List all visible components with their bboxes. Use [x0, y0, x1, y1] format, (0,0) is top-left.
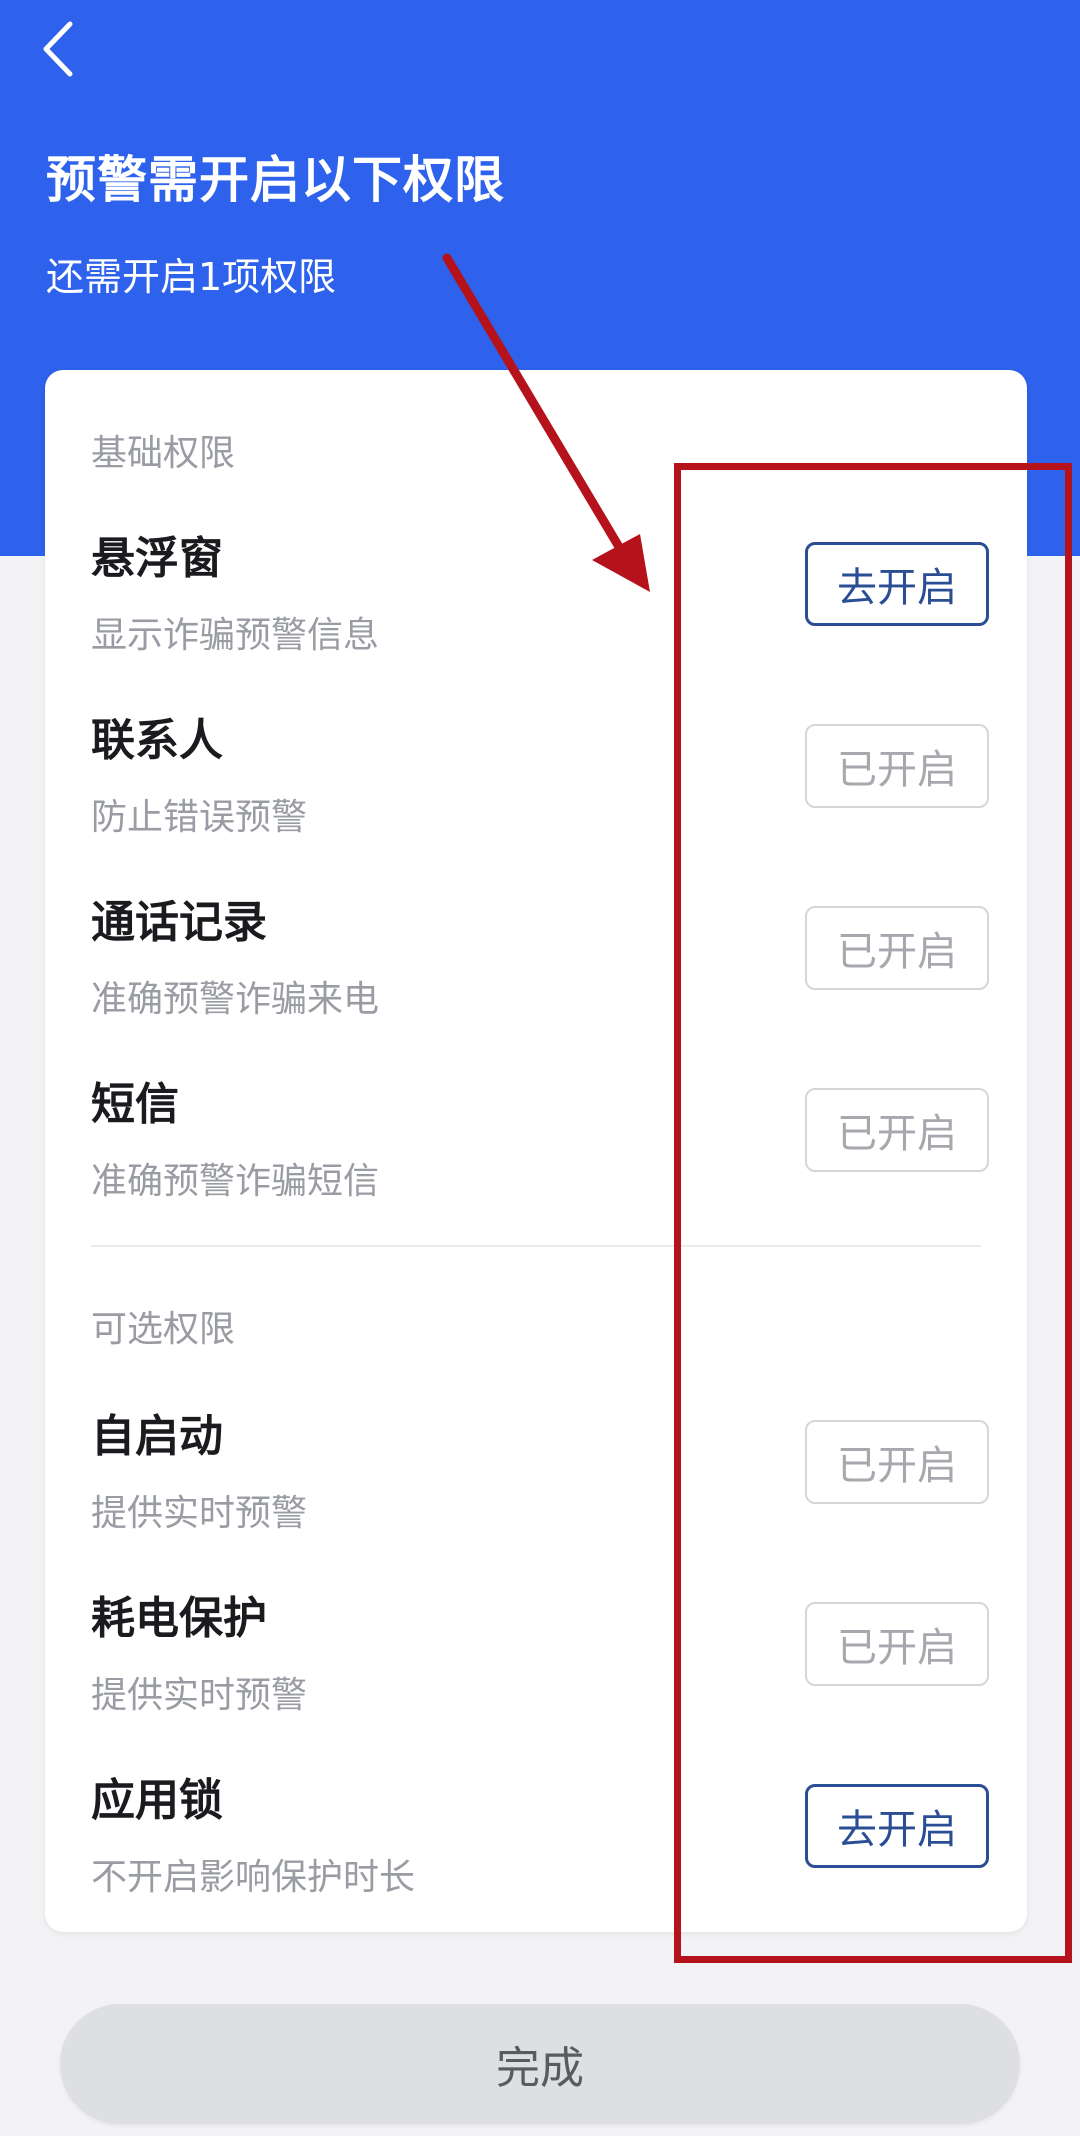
- permission-title-call-log: 通话记录: [91, 897, 267, 948]
- chevron-left-icon[interactable]: [32, 14, 92, 84]
- enable-overlay-button[interactable]: 去开启: [805, 542, 989, 626]
- section-heading-basic: 基础权限: [91, 433, 236, 474]
- page-subtitle: 还需开启1项权限: [46, 255, 337, 299]
- permission-desc-battery: 提供实时预警: [91, 1675, 308, 1716]
- section-divider: [91, 1245, 981, 1247]
- permissions-card: 基础权限 悬浮窗 显示诈骗预警信息 去开启 联系人 防止错误预警 已开启 通话记…: [45, 370, 1027, 1932]
- permission-desc-sms: 准确预警诈骗短信: [91, 1161, 380, 1202]
- permission-title-contacts: 联系人: [91, 715, 223, 766]
- permission-title-app-lock: 应用锁: [91, 1775, 223, 1826]
- permission-title-overlay: 悬浮窗: [91, 533, 223, 584]
- section-heading-optional: 可选权限: [91, 1309, 236, 1350]
- permission-desc-app-lock: 不开启影响保护时长: [91, 1857, 416, 1898]
- done-button[interactable]: 完成: [60, 2004, 1020, 2124]
- permission-title-autostart: 自启动: [91, 1411, 223, 1462]
- permission-title-battery: 耗电保护: [91, 1593, 267, 1644]
- battery-status-button[interactable]: 已开启: [805, 1602, 989, 1686]
- page-title: 预警需开启以下权限: [46, 151, 505, 209]
- sms-status-button[interactable]: 已开启: [805, 1088, 989, 1172]
- permission-desc-overlay: 显示诈骗预警信息: [91, 615, 380, 656]
- permission-desc-contacts: 防止错误预警: [91, 797, 308, 838]
- enable-app-lock-button[interactable]: 去开启: [805, 1784, 989, 1868]
- permission-desc-autostart: 提供实时预警: [91, 1493, 308, 1534]
- permission-title-sms: 短信: [91, 1079, 179, 1130]
- contacts-status-button[interactable]: 已开启: [805, 724, 989, 808]
- permission-desc-call-log: 准确预警诈骗来电: [91, 979, 380, 1020]
- autostart-status-button[interactable]: 已开启: [805, 1420, 989, 1504]
- call-log-status-button[interactable]: 已开启: [805, 906, 989, 990]
